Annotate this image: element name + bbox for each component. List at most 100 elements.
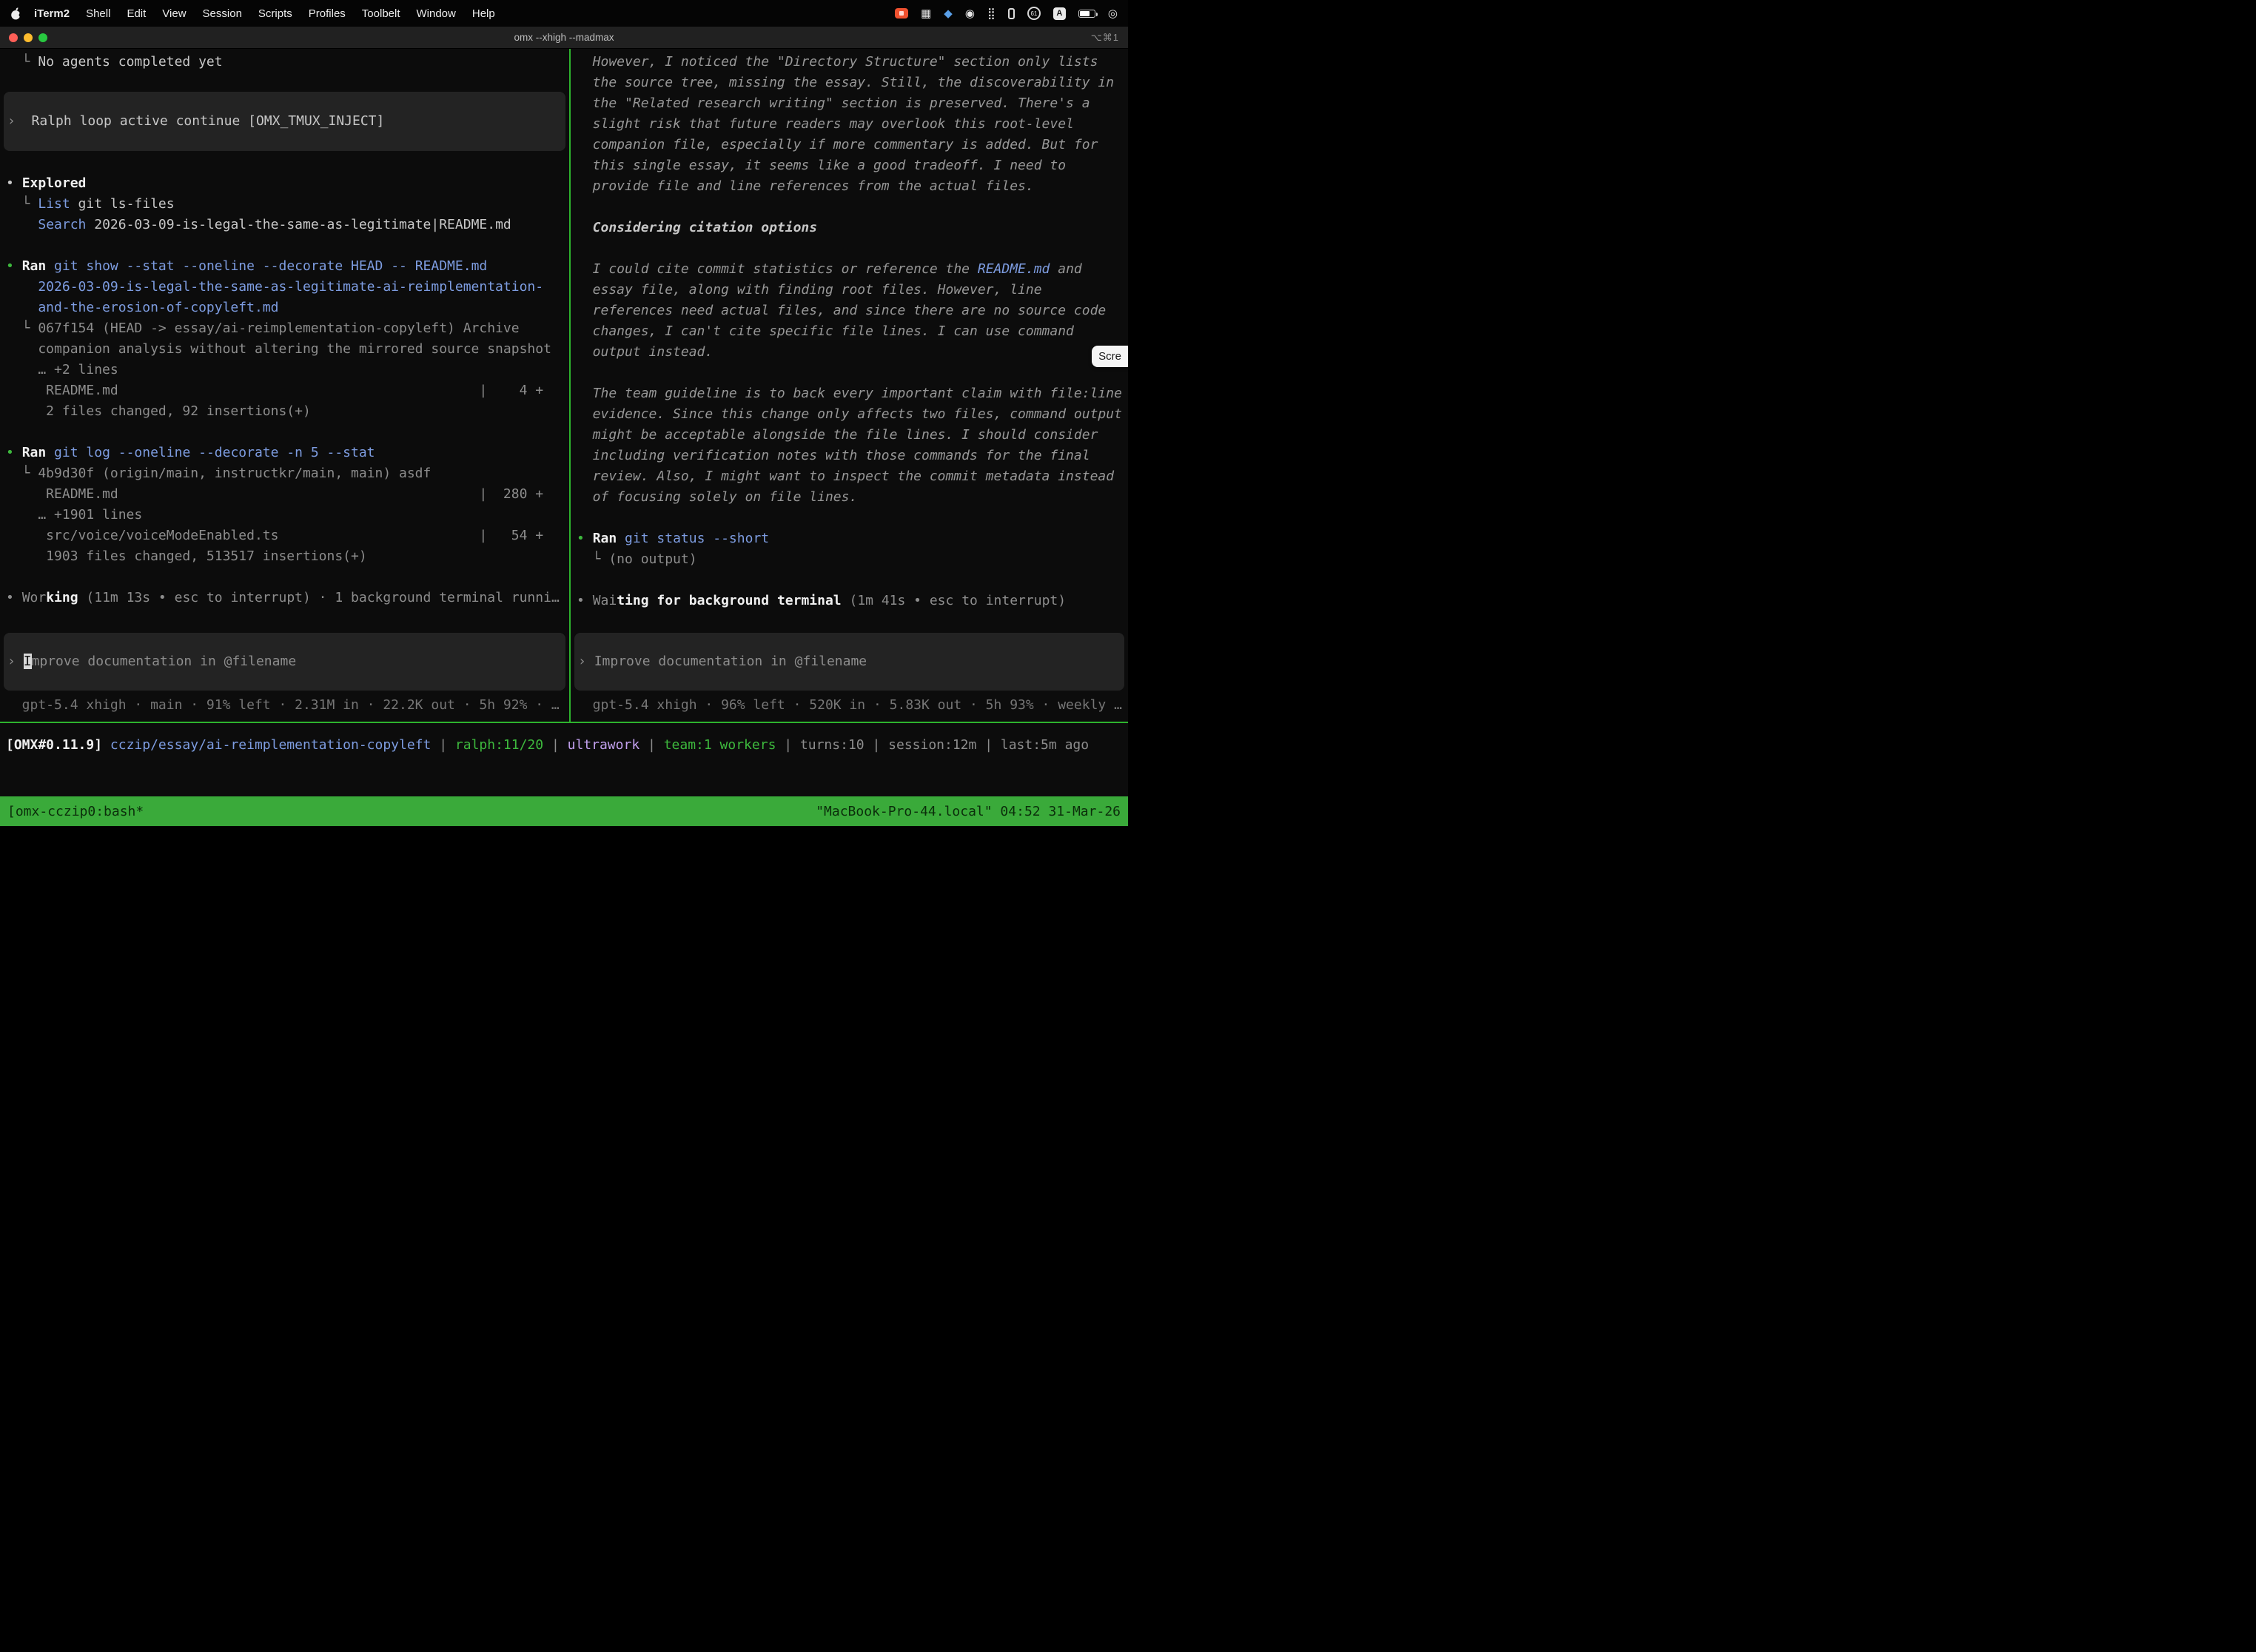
apple-logo-icon[interactable] (10, 7, 21, 20)
close-button[interactable] (9, 33, 18, 42)
text-segment: king (46, 590, 78, 605)
terminal-line: the "Related research writing" section i… (571, 93, 1128, 114)
phone-mirroring-icon[interactable] (1008, 8, 1015, 19)
left-pane[interactable]: └ No agents completed yet › Ralph loop ac… (0, 49, 569, 722)
battery-gauge-icon[interactable]: 61 (1027, 7, 1041, 20)
text-segment: git status --short (625, 531, 769, 546)
text-segment: └ (6, 196, 38, 212)
menu-view[interactable]: View (154, 7, 194, 20)
command-input-right[interactable]: › Improve documentation in @filename (574, 633, 1124, 691)
zoom-button[interactable] (38, 33, 47, 42)
text-segment: Ralph loop active continue [OMX_TMUX_INJ… (32, 113, 385, 129)
screen-recording-indicator[interactable] (895, 8, 908, 19)
text-segment: evidence. Since this change only affects… (577, 406, 1122, 422)
text-segment: • (6, 258, 22, 274)
text-segment: README.md | 4 + (6, 383, 543, 398)
terminal-line: └ 067f154 (HEAD -> essay/ai-reimplementa… (0, 318, 569, 339)
menu-status-icons: ▦ ◆ ◉ ⣿ 61 A ◎ (895, 7, 1118, 20)
terminal-line: might be acceptable alongside the file l… (571, 425, 1128, 446)
menu-help[interactable]: Help (464, 7, 503, 20)
omx-status-bar: [OMX#0.11.9] cczip/essay/ai-reimplementa… (0, 735, 1128, 756)
terminal-line: └ (no output) (571, 549, 1128, 570)
text-segment: I could cite commit statistics or refere… (577, 261, 978, 277)
text-segment: › (7, 654, 24, 669)
text-segment (46, 445, 54, 460)
text-segment: (1m 41s • esc to interrupt) (842, 593, 1066, 608)
text-segment: … +2 lines (6, 362, 118, 377)
menu-session[interactable]: Session (195, 7, 250, 20)
text-segment: └ 4b9d30f (origin/main, instructkr/main,… (6, 466, 431, 481)
terminal-line: Search 2026-03-09-is-legal-the-same-as-l… (0, 215, 569, 235)
app-grid-icon[interactable]: ⣿ (987, 8, 996, 19)
tmux-host-time-label: "MacBook-Pro-44.local" 04:52 31-Mar-26 (816, 804, 1121, 819)
window-title-bar[interactable]: omx --xhigh --madmax ⌥⌘1 (0, 27, 1128, 49)
text-segment: Ran (22, 258, 47, 274)
keyboard-viewer-icon[interactable]: ▦ (921, 8, 931, 19)
text-segment: └ (6, 54, 38, 70)
text-segment: [OMX#0.11.9] (6, 737, 102, 753)
text-segment: companion analysis without altering the … (6, 341, 551, 357)
text-segment: Search (38, 217, 86, 232)
text-segment: › (7, 113, 32, 129)
text-segment: I (24, 654, 32, 669)
terminal-line: README.md | 4 + (0, 380, 569, 401)
text-segment: git log --oneline --decorate -n 5 --stat (54, 445, 375, 460)
window-title: omx --xhigh --madmax (0, 32, 1128, 43)
control-center-icon[interactable]: ◎ (1108, 8, 1118, 19)
command-input-left[interactable]: › Improve documentation in @filename (4, 633, 565, 691)
text-segment: references need actual files, and since … (577, 303, 1106, 318)
menu-iterm2[interactable]: iTerm2 (26, 7, 78, 20)
text-segment: No agents completed yet (38, 54, 222, 70)
right-pane-transcript: However, I noticed the "Directory Struct… (571, 49, 1128, 611)
terminal-line: └ List git ls-files (0, 194, 569, 215)
utility-app-icon[interactable]: ◉ (965, 8, 975, 19)
menu-toolbelt[interactable]: Toolbelt (354, 7, 409, 20)
terminal-line: • Explored (0, 173, 569, 194)
text-segment: ralph:11/20 (455, 737, 543, 753)
input-source-icon[interactable]: A (1053, 7, 1066, 20)
text-segment: Ran (593, 531, 617, 546)
menu-shell[interactable]: Shell (78, 7, 118, 20)
text-segment: gpt-5.4 xhigh · main · 91% left · 2.31M … (6, 697, 560, 713)
text-segment: • (6, 590, 22, 605)
terminal-line: However, I noticed the "Directory Struct… (571, 52, 1128, 73)
text-segment: provide file and line references from th… (577, 178, 1034, 194)
menu-window[interactable]: Window (409, 7, 464, 20)
right-pane[interactable]: However, I noticed the "Directory Struct… (571, 49, 1128, 722)
text-segment: session:12m (888, 737, 976, 753)
traffic-lights (9, 33, 47, 42)
terminal-line: companion analysis without altering the … (0, 339, 569, 360)
text-segment: changes, I can't cite specific file line… (577, 323, 1074, 339)
battery-icon[interactable] (1078, 10, 1095, 18)
menu-edit[interactable]: Edit (118, 7, 154, 20)
text-segment: essay file, along with finding root file… (577, 282, 1042, 298)
text-segment: The team guideline is to back every impo… (577, 386, 1122, 401)
text-segment (6, 217, 38, 232)
text-segment: mprove documentation in @filename (32, 654, 297, 669)
text-segment: However, I noticed the "Directory Struct… (577, 54, 1098, 70)
menu-profiles[interactable]: Profiles (301, 7, 354, 20)
text-segment: • (577, 593, 593, 608)
text-segment: List (38, 196, 70, 212)
screenshot-button[interactable]: Scre (1092, 346, 1128, 367)
terminal-line: The team guideline is to back every impo… (571, 383, 1128, 404)
text-segment: | (865, 737, 889, 753)
terminal-line: • Ran git log --oneline --decorate -n 5 … (0, 443, 569, 463)
text-segment: └ 067f154 (HEAD -> essay/ai-reimplementa… (6, 320, 520, 336)
text-segment: ting for background terminal (617, 593, 841, 608)
text-segment: cczip/essay/ai-reimplementation-copyleft (110, 737, 431, 753)
app-menus: iTerm2ShellEditViewSessionScriptsProfile… (26, 7, 503, 20)
text-segment: turns:10 (800, 737, 865, 753)
terminal-line: essay file, along with finding root file… (571, 280, 1128, 300)
text-segment: team:1 workers (664, 737, 776, 753)
terminal-line: • Ran git status --short (571, 528, 1128, 549)
text-segment (617, 531, 625, 546)
text-segment: Wor (22, 590, 47, 605)
menu-scripts[interactable]: Scripts (250, 7, 301, 20)
tmux-session-label: [omx-cczip0:bash* (7, 804, 144, 819)
docker-icon[interactable]: ◆ (944, 8, 953, 19)
terminal-line: this single essay, it seems like a good … (571, 155, 1128, 176)
minimize-button[interactable] (24, 33, 33, 42)
text-segment: and (1050, 261, 1081, 277)
text-segment: 2026-03-09-is-legal-the-same-as-legitima… (6, 279, 543, 295)
